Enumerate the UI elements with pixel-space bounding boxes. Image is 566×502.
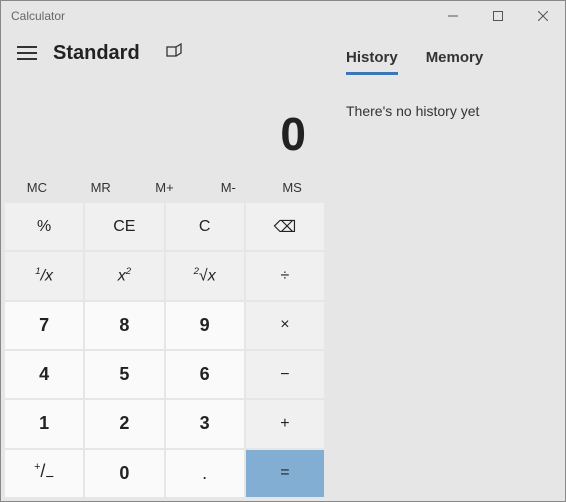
digit-3-button[interactable]: 3 [166,400,244,447]
digit-2-button[interactable]: 2 [85,400,163,447]
digit-9-label: 9 [200,315,210,336]
keep-on-top-icon[interactable] [166,43,182,63]
negate-label: +/− [34,461,54,486]
digit-3-label: 3 [200,413,210,434]
digit-7-label: 7 [39,315,49,336]
negate-button[interactable]: +/− [5,450,83,497]
digit-6-label: 6 [200,364,210,385]
history-empty-message: There's no history yet [346,103,547,119]
digit-6-button[interactable]: 6 [166,351,244,398]
decimal-label: . [202,463,207,484]
multiply-button[interactable]: × [246,302,324,349]
digit-2-label: 2 [119,413,129,434]
memory-row: MC MR M+ M- MS [5,171,324,203]
menu-icon[interactable] [17,46,37,60]
clear-button[interactable]: C [166,203,244,250]
digit-8-label: 8 [119,315,129,336]
display: 0 [5,75,324,171]
window-title: Calculator [1,9,65,23]
maximize-button[interactable] [475,1,520,31]
reciprocal-label: 1/x [35,266,53,285]
window-controls [430,1,565,31]
square-label: x2 [118,266,131,285]
reciprocal-button[interactable]: 1/x [5,252,83,299]
decimal-button[interactable]: . [166,450,244,497]
keypad: % CE C ⌫ 1/x x2 2√x ÷ 7 8 9 × 4 5 6 − 1 … [5,203,324,497]
clear-entry-button[interactable]: CE [85,203,163,250]
percent-label: % [37,218,51,236]
divide-button[interactable]: ÷ [246,252,324,299]
backspace-icon: ⌫ [274,217,297,237]
side-panel: History Memory There's no history yet [328,31,565,501]
sqrt-label: 2√x [194,266,216,285]
minus-button[interactable]: − [246,351,324,398]
plus-button[interactable]: + [246,400,324,447]
tab-history[interactable]: History [346,49,398,75]
memory-store-button[interactable]: MS [260,171,324,203]
memory-recall-button[interactable]: MR [69,171,133,203]
digit-5-label: 5 [119,364,129,385]
backspace-button[interactable]: ⌫ [246,203,324,250]
percent-button[interactable]: % [5,203,83,250]
digit-0-button[interactable]: 0 [85,450,163,497]
titlebar: Calculator [1,1,565,31]
ce-label: CE [113,218,135,236]
equals-button[interactable]: = [246,450,324,497]
memory-minus-button[interactable]: M- [196,171,260,203]
memory-clear-button[interactable]: MC [5,171,69,203]
multiply-label: × [280,316,289,334]
digit-1-label: 1 [39,413,49,434]
digit-4-label: 4 [39,364,49,385]
mode-title: Standard [53,42,140,65]
digit-8-button[interactable]: 8 [85,302,163,349]
divide-label: ÷ [280,267,289,285]
digit-0-label: 0 [119,463,129,484]
digit-7-button[interactable]: 7 [5,302,83,349]
plus-label: + [280,415,289,433]
content: Standard 0 MC MR M+ M- MS % CE C ⌫ 1/x x… [1,31,565,501]
memory-plus-button[interactable]: M+ [133,171,197,203]
minus-label: − [280,366,289,384]
square-button[interactable]: x2 [85,252,163,299]
side-tabs: History Memory [346,43,547,75]
close-button[interactable] [520,1,565,31]
minimize-button[interactable] [430,1,475,31]
c-label: C [199,218,211,236]
digit-9-button[interactable]: 9 [166,302,244,349]
digit-4-button[interactable]: 4 [5,351,83,398]
header: Standard [5,31,324,75]
sqrt-button[interactable]: 2√x [166,252,244,299]
tab-memory[interactable]: Memory [426,49,484,75]
digit-5-button[interactable]: 5 [85,351,163,398]
calculator-main: Standard 0 MC MR M+ M- MS % CE C ⌫ 1/x x… [1,31,328,501]
equals-label: = [280,464,289,482]
digit-1-button[interactable]: 1 [5,400,83,447]
